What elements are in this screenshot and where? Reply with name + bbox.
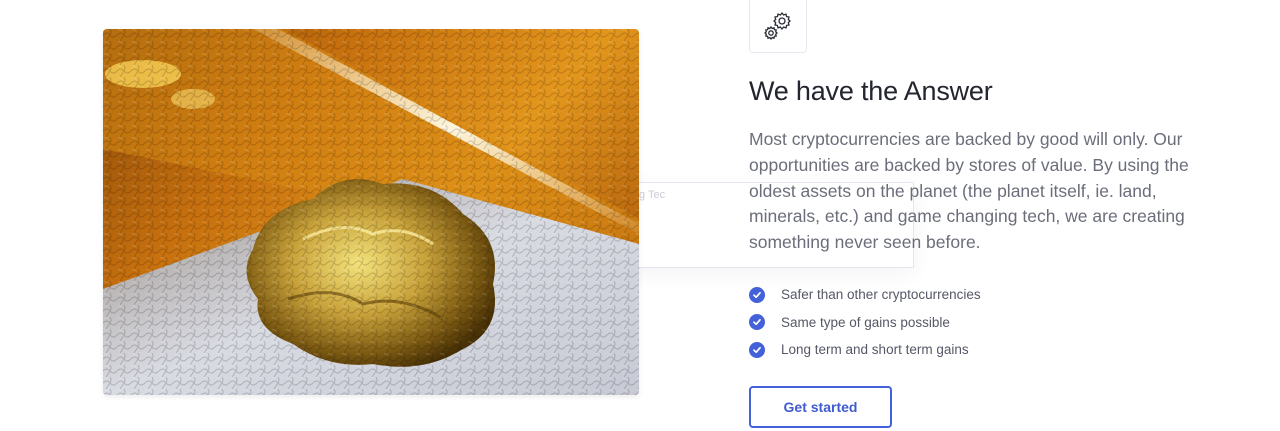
overlay-caption: g Tec <box>639 189 666 201</box>
gears-icon <box>749 0 807 53</box>
check-circle-icon <box>749 341 765 358</box>
feature-text: Long term and short term gains <box>781 342 969 358</box>
feature-text: Same type of gains possible <box>781 314 950 330</box>
feature-text: Safer than other cryptocurrencies <box>781 287 981 303</box>
section-paragraph: Most cryptocurrencies are backed by good… <box>749 129 1189 253</box>
list-item: Same type of gains possible <box>749 309 981 337</box>
feature-list: Safer than other cryptocurrencies Same t… <box>749 281 981 364</box>
gold-nugget-image <box>103 29 639 395</box>
list-item: Long term and short term gains <box>749 336 981 364</box>
get-started-button[interactable]: Get started <box>749 386 892 428</box>
section-heading: We have the Answer <box>749 76 993 106</box>
list-item: Safer than other cryptocurrencies <box>749 281 981 309</box>
check-circle-icon <box>749 286 765 303</box>
check-circle-icon <box>749 314 765 331</box>
